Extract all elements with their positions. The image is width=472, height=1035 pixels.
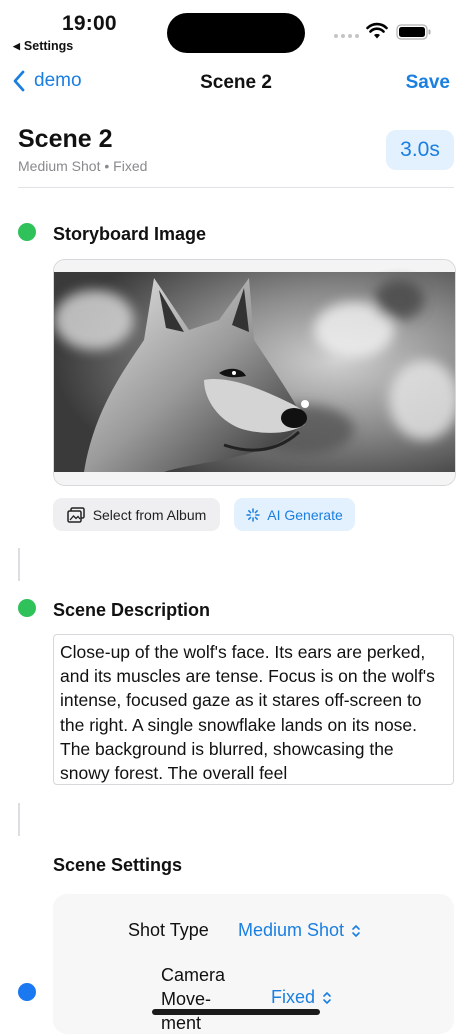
select-from-album-label: Select from Album	[92, 506, 207, 523]
home-indicator[interactable]	[152, 1009, 320, 1015]
sparkle-icon	[246, 507, 260, 522]
chevron-up-down-icon	[352, 924, 360, 937]
storyboard-section-title: Storyboard Image	[53, 224, 207, 244]
cellular-signal-icon	[334, 34, 359, 38]
scene-description-field[interactable]: Close-up of the wolf's face. Its ears ar…	[53, 634, 454, 785]
wolf-illustration	[54, 260, 455, 485]
shot-type-picker[interactable]: Medium Shot	[238, 920, 361, 941]
photo-album-icon	[66, 506, 85, 523]
nav-title: Scene 2	[200, 72, 272, 93]
camera-movement-value: Fixed	[271, 987, 316, 1007]
back-to-app-link[interactable]: ◀ Settings	[13, 39, 73, 53]
ai-generate-label: AI Generate	[267, 506, 343, 523]
scene-title: Scene 2	[18, 125, 113, 153]
description-section-title: Scene Description	[53, 600, 211, 620]
status-time: 19:00	[62, 12, 117, 35]
save-button[interactable]: Save	[406, 72, 450, 94]
storyboard-image[interactable]	[53, 259, 456, 486]
select-from-album-button[interactable]: Select from Album	[53, 498, 220, 531]
shot-type-label: Shot Type	[128, 920, 209, 940]
camera-movement-label: Camera Move-ment	[161, 965, 226, 1033]
timeline-connector	[18, 548, 20, 581]
storyboard-status-dot	[18, 223, 36, 241]
scene-subtitle: Medium Shot • Fixed	[18, 158, 148, 174]
settings-status-dot	[18, 983, 36, 1001]
description-status-dot	[18, 599, 36, 617]
timeline-connector	[18, 803, 20, 836]
wifi-icon	[366, 22, 388, 39]
duration-button[interactable]: 3.0s	[386, 130, 454, 170]
camera-movement-picker[interactable]: Fixed	[271, 987, 332, 1008]
chevron-up-down-icon	[323, 991, 331, 1004]
battery-icon	[396, 24, 431, 40]
header-divider	[18, 187, 454, 188]
settings-section-title: Scene Settings	[53, 855, 183, 875]
back-triangle-icon: ◀	[13, 40, 20, 51]
ai-generate-button[interactable]: AI Generate	[234, 498, 355, 531]
shot-type-value: Medium Shot	[238, 920, 345, 940]
scene-description-text: Close-up of the wolf's face. Its ears ar…	[60, 642, 435, 784]
dynamic-island	[167, 13, 305, 53]
back-app-label: Settings	[23, 39, 74, 53]
